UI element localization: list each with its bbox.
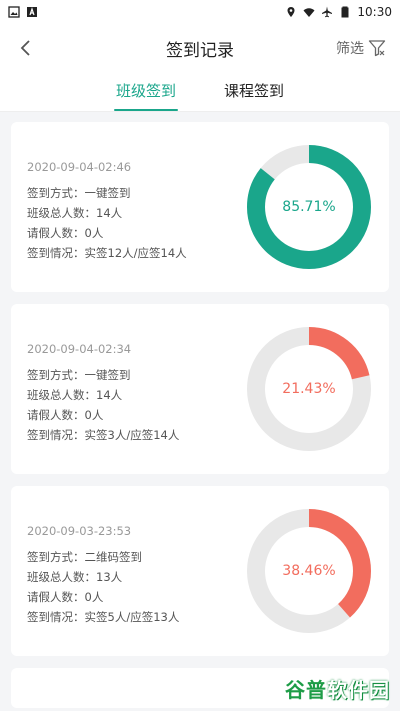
record-status: 签到情况：实签3人/应签14人 [27,428,180,442]
attendance-ring-chart: 85.71% [243,141,375,273]
location-icon [287,7,295,17]
record-datetime: 2020-09-04-02:34 [27,342,132,356]
watermark-suffix: 软件园 [327,678,390,702]
filter-funnel-icon [368,40,386,57]
filter-label: 筛选 [336,41,364,57]
record-method: 签到方式：二维码签到 [27,550,142,564]
gallery-notification-icon [8,6,20,18]
status-time: 10:30 [357,5,392,19]
app-notification-icon [27,7,37,17]
battery-icon [341,6,349,18]
tab-bar: 班级签到 课程签到 [0,72,400,112]
attendance-percent: 85.71% [282,199,336,215]
nav-bar: 签到记录 筛选 [0,24,400,72]
record-leave: 请假人数：0人 [27,408,104,422]
status-left [8,6,38,18]
watermark-logo: 谷普软件园 [285,674,390,703]
record-status: 签到情况：实签12人/应签14人 [27,246,187,260]
record-info: 2020-09-04-02:34 签到方式：一键签到 班级总人数：14人 请假人… [27,339,179,445]
record-total: 班级总人数：14人 [27,388,123,402]
wifi-icon [303,8,315,17]
attendance-ring-chart: 21.43% [243,323,375,455]
tab-class-signin[interactable]: 班级签到 [113,72,179,111]
record-method: 签到方式：一键签到 [27,186,131,200]
record-status: 签到情况：实签5人/应签13人 [27,610,180,624]
record-leave: 请假人数：0人 [27,590,104,604]
attendance-ring-chart: 38.46% [243,505,375,637]
status-right: 10:30 [285,5,392,19]
watermark-prefix: 谷普 [285,678,327,702]
attendance-percent: 21.43% [282,381,336,397]
attendance-percent: 38.46% [282,563,336,579]
record-info: 2020-09-03-23:53 签到方式：二维码签到 班级总人数：13人 请假… [27,521,179,627]
record-method: 签到方式：一键签到 [27,368,131,382]
filter-button[interactable]: 筛选 [336,38,386,58]
record-total: 班级总人数：13人 [27,570,123,584]
record-info: 2020-09-04-02:46 签到方式：一键签到 班级总人数：14人 请假人… [27,157,187,263]
tab-course-signin[interactable]: 课程签到 [224,72,284,111]
record-card[interactable]: 2020-09-04-02:46 签到方式：一键签到 班级总人数：14人 请假人… [11,122,389,292]
signin-record-list: 2020-09-04-02:46 签到方式：一键签到 班级总人数：14人 请假人… [0,112,400,708]
airplane-mode-icon [322,6,333,18]
record-leave: 请假人数：0人 [27,226,104,240]
status-bar: 10:30 [0,0,400,24]
back-button[interactable] [14,37,36,59]
record-datetime: 2020-09-03-23:53 [27,524,132,538]
record-card[interactable]: 2020-09-04-02:34 签到方式：一键签到 班级总人数：14人 请假人… [11,304,389,474]
record-total: 班级总人数：14人 [27,206,123,220]
record-card[interactable]: 2020-09-03-23:53 签到方式：二维码签到 班级总人数：13人 请假… [11,486,389,656]
record-datetime: 2020-09-04-02:46 [27,160,132,174]
chevron-left-icon [20,40,30,56]
